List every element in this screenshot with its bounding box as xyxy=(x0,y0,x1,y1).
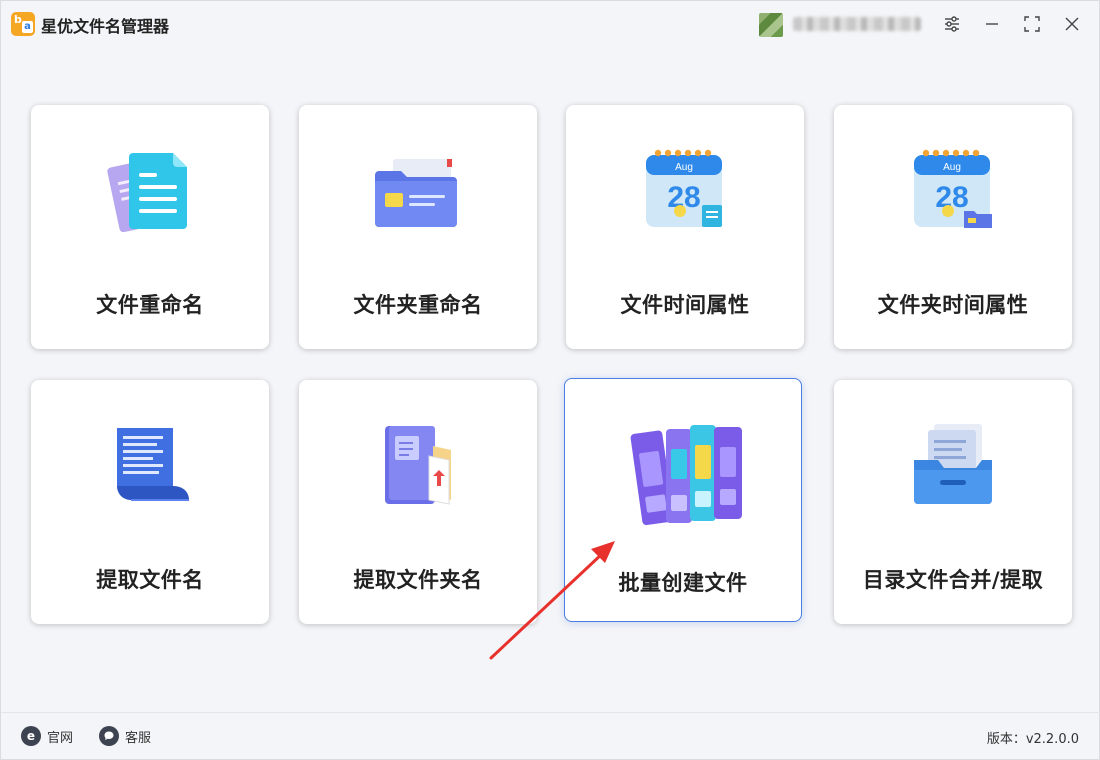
settings-button[interactable] xyxy=(939,11,965,37)
settings-icon xyxy=(945,16,959,32)
version-text: 版本：v2.2.0.0 xyxy=(986,732,1079,747)
calendar-month-text: Aug xyxy=(943,162,961,173)
close-icon xyxy=(1065,17,1079,31)
tool-card-folder-time[interactable]: Aug 28 文件夹时间属性 xyxy=(834,105,1072,349)
folder-calendar-icon: Aug 28 xyxy=(914,149,992,228)
tool-card-label: 文件夹时间属性 xyxy=(877,293,1029,317)
tool-card-file-time[interactable]: Aug 28 文件时间属性 xyxy=(566,105,804,349)
file-tray-icon xyxy=(914,424,992,504)
maximize-icon xyxy=(1024,16,1040,32)
maximize-button[interactable] xyxy=(1019,11,1045,37)
title-bar: b a 星优文件名管理器 xyxy=(1,1,1100,49)
file-rename-icon xyxy=(107,153,187,233)
tool-card-label: 目录文件合并/提取 xyxy=(862,568,1044,592)
app-window: b a 星优文件名管理器 文件重命名 文件夹重命名 Aug 28 文件时间属性 … xyxy=(0,0,1100,760)
tool-card-label: 提取文件名 xyxy=(96,568,204,592)
tool-card-extract-foldername[interactable]: 提取文件夹名 xyxy=(299,380,537,624)
tool-card-merge-extract[interactable]: 目录文件合并/提取 xyxy=(834,380,1072,624)
chat-bubble-icon xyxy=(99,726,119,746)
binders-icon xyxy=(630,425,742,526)
folder-rename-icon xyxy=(375,159,457,227)
tool-card-file-rename[interactable]: 文件重命名 xyxy=(31,105,269,349)
support-label: 客服 xyxy=(125,730,152,746)
calendar-month-text: Aug xyxy=(675,162,693,173)
minimize-icon xyxy=(986,23,998,25)
tool-card-label: 批量创建文件 xyxy=(618,571,748,595)
minimize-button[interactable] xyxy=(979,11,1005,37)
support-link[interactable]: 客服 xyxy=(99,726,151,746)
app-title: 星优文件名管理器 xyxy=(41,17,170,36)
tool-card-label: 文件时间属性 xyxy=(620,293,750,317)
user-name-blurred[interactable] xyxy=(793,17,921,31)
user-avatar[interactable] xyxy=(759,13,783,37)
folder-extract-icon xyxy=(385,426,451,505)
tool-card-folder-rename[interactable]: 文件夹重命名 xyxy=(299,105,537,349)
tool-card-label: 提取文件夹名 xyxy=(353,568,483,592)
tool-card-extract-filename[interactable]: 提取文件名 xyxy=(31,380,269,624)
app-logo: b a xyxy=(11,12,35,36)
footer-divider xyxy=(1,712,1100,713)
browser-e-icon: e xyxy=(21,726,41,746)
website-link[interactable]: e 官网 xyxy=(21,726,73,746)
tool-card-label: 文件夹重命名 xyxy=(353,293,483,317)
close-button[interactable] xyxy=(1059,11,1085,37)
scroll-document-icon xyxy=(117,428,189,501)
file-calendar-icon: Aug 28 xyxy=(646,149,722,227)
tool-card-batch-create[interactable]: 批量创建文件 xyxy=(564,378,802,622)
website-label: 官网 xyxy=(47,730,74,746)
tool-card-label: 文件重命名 xyxy=(96,293,204,317)
